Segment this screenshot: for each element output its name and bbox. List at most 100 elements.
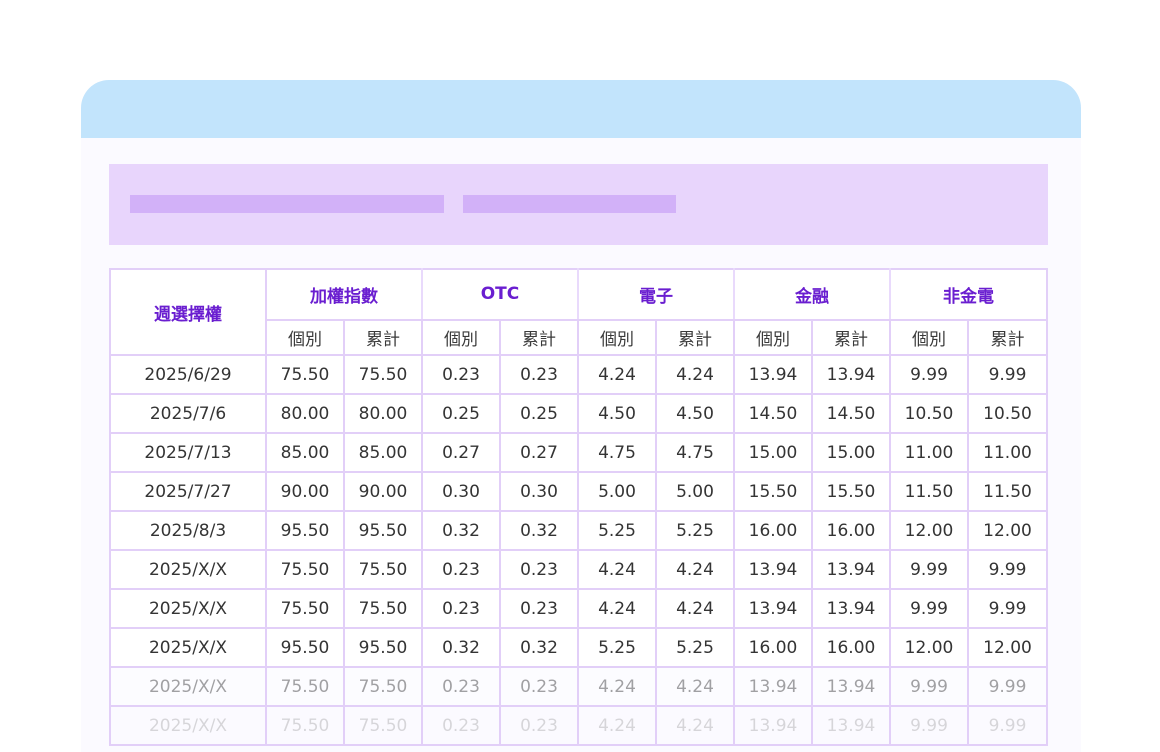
row-value: 13.94: [811, 705, 891, 746]
sub-header-individual: 個別: [421, 318, 501, 357]
row-value: 4.24: [577, 549, 657, 590]
row-value: 9.99: [889, 666, 969, 707]
row-value: 0.23: [421, 549, 501, 590]
row-value: 75.50: [343, 588, 423, 629]
row-value: 16.00: [733, 627, 813, 668]
row-value: 95.50: [343, 510, 423, 551]
sub-header-cumulative: 累計: [655, 318, 735, 357]
row-value: 4.24: [655, 666, 735, 707]
group-header-otc: OTC: [421, 268, 579, 321]
sub-header-cumulative: 累計: [499, 318, 579, 357]
row-date: 2025/X/X: [109, 588, 267, 629]
row-value: 5.25: [577, 627, 657, 668]
row-value: 0.32: [421, 510, 501, 551]
row-value: 4.24: [655, 705, 735, 746]
row-value: 75.50: [343, 666, 423, 707]
corner-header: 週選擇權: [109, 268, 267, 356]
table-row: 2025/X/X 75.50 75.50 0.23 0.23 4.24 4.24 13.94 1…: [109, 666, 1048, 707]
row-value: 95.50: [265, 627, 345, 668]
row-value: 9.99: [967, 588, 1048, 629]
row-value: 0.23: [499, 549, 579, 590]
group-header-electronics: 電子: [577, 268, 735, 321]
row-date: 2025/X/X: [109, 666, 267, 707]
row-value: 12.00: [889, 627, 969, 668]
row-value: 95.50: [343, 627, 423, 668]
row-value: 75.50: [265, 354, 345, 395]
row-value: 4.24: [577, 588, 657, 629]
row-value: 13.94: [733, 666, 813, 707]
row-value: 5.25: [577, 510, 657, 551]
row-value: 10.50: [967, 393, 1048, 434]
row-value: 9.99: [889, 354, 969, 395]
row-value: 9.99: [889, 588, 969, 629]
row-date: 2025/X/X: [109, 627, 267, 668]
row-value: 12.00: [967, 627, 1048, 668]
row-value: 90.00: [343, 471, 423, 512]
row-value: 5.25: [655, 510, 735, 551]
table-row: 2025/X/X 95.50 95.50 0.32 0.32 5.25 5.25 16.00 1…: [109, 627, 1048, 668]
row-value: 0.30: [421, 471, 501, 512]
placeholder-bar-primary: [130, 195, 444, 213]
row-value: 0.23: [421, 666, 501, 707]
group-header-taiex: 加權指數: [265, 268, 423, 321]
row-value: 11.00: [967, 432, 1048, 473]
row-value: 15.00: [733, 432, 813, 473]
row-value: 80.00: [343, 393, 423, 434]
card-header: [81, 80, 1081, 138]
row-value: 4.50: [655, 393, 735, 434]
row-date: 2025/7/13: [109, 432, 267, 473]
row-value: 4.24: [655, 549, 735, 590]
row-value: 4.75: [655, 432, 735, 473]
row-date: 2025/7/6: [109, 393, 267, 434]
row-value: 4.24: [577, 354, 657, 395]
sub-header-cumulative: 累計: [343, 318, 423, 357]
row-value: 5.00: [577, 471, 657, 512]
row-value: 9.99: [967, 666, 1048, 707]
row-value: 75.50: [343, 354, 423, 395]
row-value: 90.00: [265, 471, 345, 512]
table-row: 2025/6/29 75.50 75.50 0.23 0.23 4.24 4.24 13.94…: [109, 354, 1048, 395]
sub-header-individual: 個別: [733, 318, 813, 357]
row-value: 11.50: [889, 471, 969, 512]
row-date: 2025/7/27: [109, 471, 267, 512]
sub-header-individual: 個別: [265, 318, 345, 357]
table-row: 2025/X/X 75.50 75.50 0.23 0.23 4.24 4.24 13.94 1…: [109, 549, 1048, 590]
table-row: 2025/7/13 85.00 85.00 0.27 0.27 4.75 4.75 15.00…: [109, 432, 1048, 473]
row-value: 0.32: [421, 627, 501, 668]
row-value: 4.24: [655, 588, 735, 629]
row-value: 15.50: [733, 471, 813, 512]
row-value: 16.00: [811, 510, 891, 551]
row-value: 15.50: [811, 471, 891, 512]
row-value: 12.00: [967, 510, 1048, 551]
sub-header-individual: 個別: [889, 318, 969, 357]
row-value: 4.75: [577, 432, 657, 473]
table-row: 2025/7/6 80.00 80.00 0.25 0.25 4.50 4.50 14.50 1…: [109, 393, 1048, 434]
row-value: 9.99: [967, 354, 1048, 395]
row-value: 85.00: [265, 432, 345, 473]
card: 週選擇權 加權指數 OTC 電子 金融 非金電 個別 累計 個別 累計 個別 累…: [81, 80, 1081, 752]
row-value: 12.00: [889, 510, 969, 551]
options-table: 週選擇權 加權指數 OTC 電子 金融 非金電 個別 累計 個別 累計 個別 累…: [109, 268, 1048, 746]
row-value: 95.50: [265, 510, 345, 551]
row-value: 10.50: [889, 393, 969, 434]
row-value: 0.30: [499, 471, 579, 512]
row-value: 11.50: [967, 471, 1048, 512]
row-value: 0.27: [499, 432, 579, 473]
table-row: 2025/X/X 75.50 75.50 0.23 0.23 4.24 4.24 13.94 1…: [109, 705, 1048, 746]
group-header-non-fin-elec: 非金電: [889, 268, 1048, 321]
row-value: 0.23: [499, 666, 579, 707]
placeholder-bar-secondary: [463, 195, 676, 213]
row-value: 11.00: [889, 432, 969, 473]
row-value: 75.50: [265, 588, 345, 629]
row-value: 9.99: [889, 705, 969, 746]
row-value: 0.25: [421, 393, 501, 434]
row-value: 4.24: [577, 666, 657, 707]
table-body: 2025/6/29 75.50 75.50 0.23 0.23 4.24 4.24 13.94…: [109, 354, 1048, 746]
row-value: 13.94: [733, 588, 813, 629]
row-value: 75.50: [265, 705, 345, 746]
row-value: 15.00: [811, 432, 891, 473]
row-value: 16.00: [811, 627, 891, 668]
row-value: 75.50: [343, 705, 423, 746]
row-value: 85.00: [343, 432, 423, 473]
row-date: 2025/X/X: [109, 549, 267, 590]
